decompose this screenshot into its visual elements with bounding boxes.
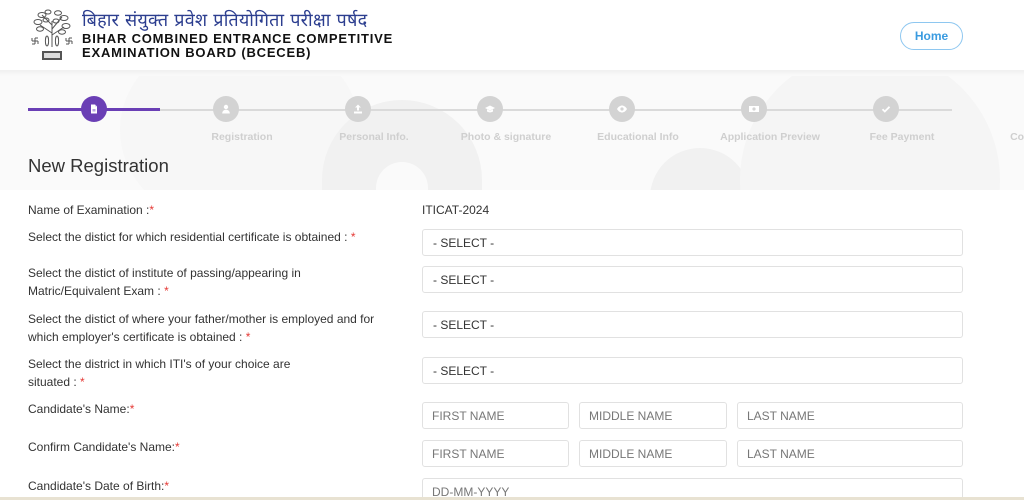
- exam-name-value: ITICAT-2024: [422, 203, 490, 217]
- exam-name-label: Name of Examination :*: [28, 203, 155, 217]
- english-title: BIHAR COMBINED ENTRANCE COMPETITIVE EXAM…: [82, 32, 393, 60]
- iti-district-label: Select the district in which ITI's of yo…: [28, 357, 291, 389]
- required-mark: *: [350, 230, 356, 244]
- step-fee-payment: Fee Payment: [684, 96, 934, 143]
- home-button[interactable]: Home: [900, 22, 963, 50]
- required-mark: *: [129, 402, 135, 416]
- step-photo-signature: Photo & signature: [288, 96, 551, 143]
- eye-icon: [617, 105, 627, 113]
- employer-district-label: Select the distict of where your father/…: [28, 312, 375, 344]
- step-registration: Registration: [24, 96, 273, 143]
- money-icon: [749, 106, 759, 112]
- required-mark: *: [164, 283, 169, 298]
- step-personal-info: Personal Info.: [156, 96, 409, 143]
- required-mark: *: [164, 479, 170, 493]
- residential-district-label: Select the distict for which residential…: [28, 230, 356, 244]
- iti-district-select[interactable]: - SELECT -: [422, 357, 963, 384]
- document-icon: [91, 104, 97, 114]
- employer-district-select[interactable]: - SELECT -: [422, 311, 963, 338]
- confirm-middle-name-input[interactable]: MIDDLE NAME: [579, 440, 727, 467]
- matric-district-label: Select the distict of institute of passi…: [28, 266, 301, 298]
- matric-district-select[interactable]: - SELECT -: [422, 266, 963, 293]
- residential-district-select[interactable]: - SELECT -: [422, 229, 963, 256]
- user-icon: [222, 104, 230, 114]
- english-title-line2: EXAMINATION BOARD (BCECEB): [82, 45, 312, 60]
- background-shape: [650, 148, 750, 190]
- page-title: New Registration: [28, 155, 169, 176]
- dob-label: Candidate's Date of Birth:*: [28, 479, 170, 493]
- hindi-title: बिहार संयुक्त प्रवेश प्रतियोगिता परीक्षा…: [82, 10, 368, 31]
- check-icon: [881, 106, 891, 113]
- middle-name-input[interactable]: MIDDLE NAME: [579, 402, 727, 429]
- step-label: Complete: [1010, 131, 1024, 143]
- english-title-line1: BIHAR COMBINED ENTRANCE COMPETITIVE: [82, 31, 394, 46]
- first-name-input[interactable]: FIRST NAME: [422, 402, 569, 429]
- step-educational-info: Educational Info: [420, 96, 679, 143]
- bceceb-logo-icon: [31, 9, 73, 60]
- step-application-preview: Application Preview: [552, 96, 820, 143]
- required-mark: *: [149, 203, 155, 217]
- graduation-cap-icon: [485, 105, 495, 113]
- required-mark: *: [175, 440, 180, 454]
- step-complete: Complete: [816, 96, 1024, 143]
- site-header: बिहार संयुक्त प्रवेश प्रतियोगिता परीक्षा…: [0, 0, 1024, 70]
- confirm-last-name-input[interactable]: LAST NAME: [737, 440, 963, 467]
- upload-icon: [354, 104, 362, 114]
- required-mark: *: [245, 329, 251, 344]
- confirm-name-label: Confirm Candidate's Name:*: [28, 440, 180, 454]
- confirm-first-name-input[interactable]: FIRST NAME: [422, 440, 569, 467]
- last-name-input[interactable]: LAST NAME: [737, 402, 963, 429]
- candidate-name-label: Candidate's Name:*: [28, 402, 135, 416]
- required-mark: *: [80, 374, 85, 389]
- registration-stepper: Registration Personal Info. Photo & sign…: [28, 96, 1024, 146]
